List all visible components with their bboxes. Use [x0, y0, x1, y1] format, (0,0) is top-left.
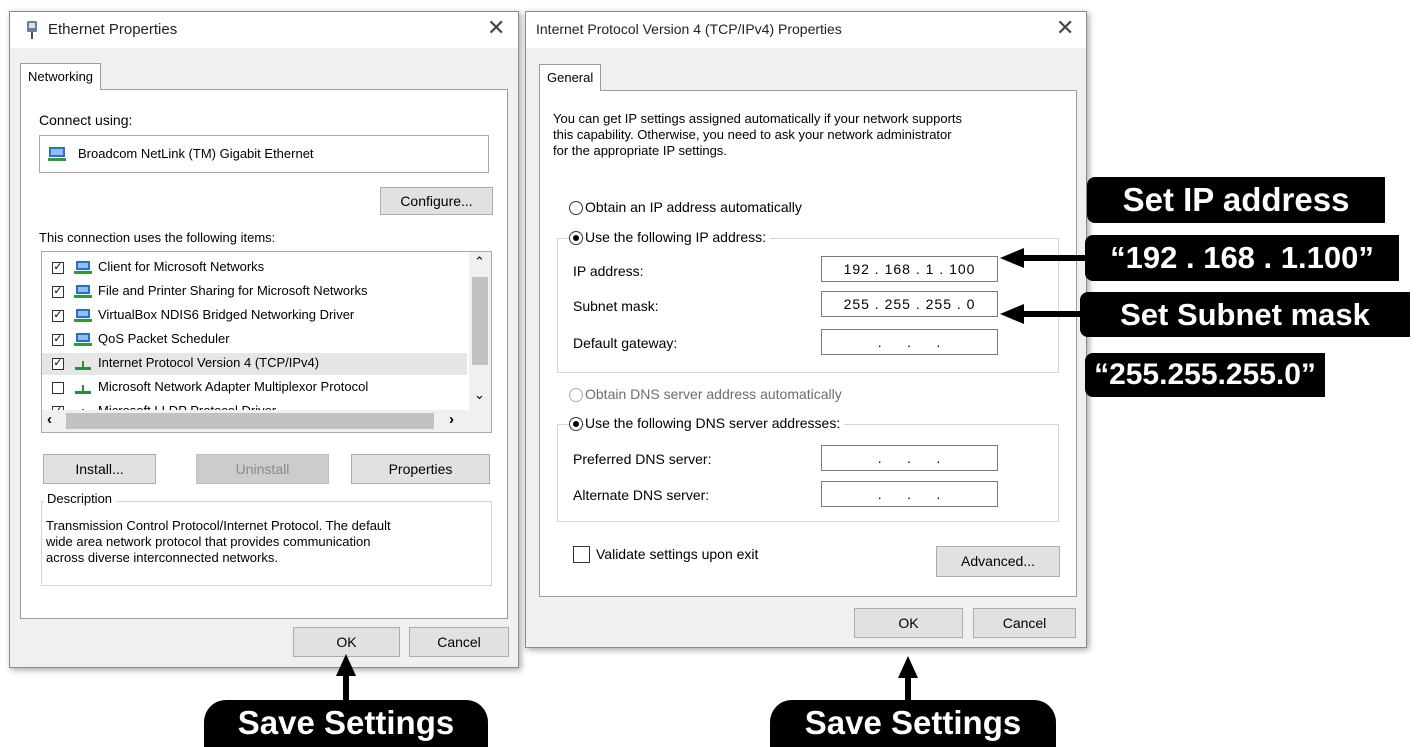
tab-general[interactable]: General: [539, 64, 602, 91]
tab-networking[interactable]: Networking: [20, 63, 102, 90]
arrow-to-ipv4-ok: [898, 656, 918, 700]
